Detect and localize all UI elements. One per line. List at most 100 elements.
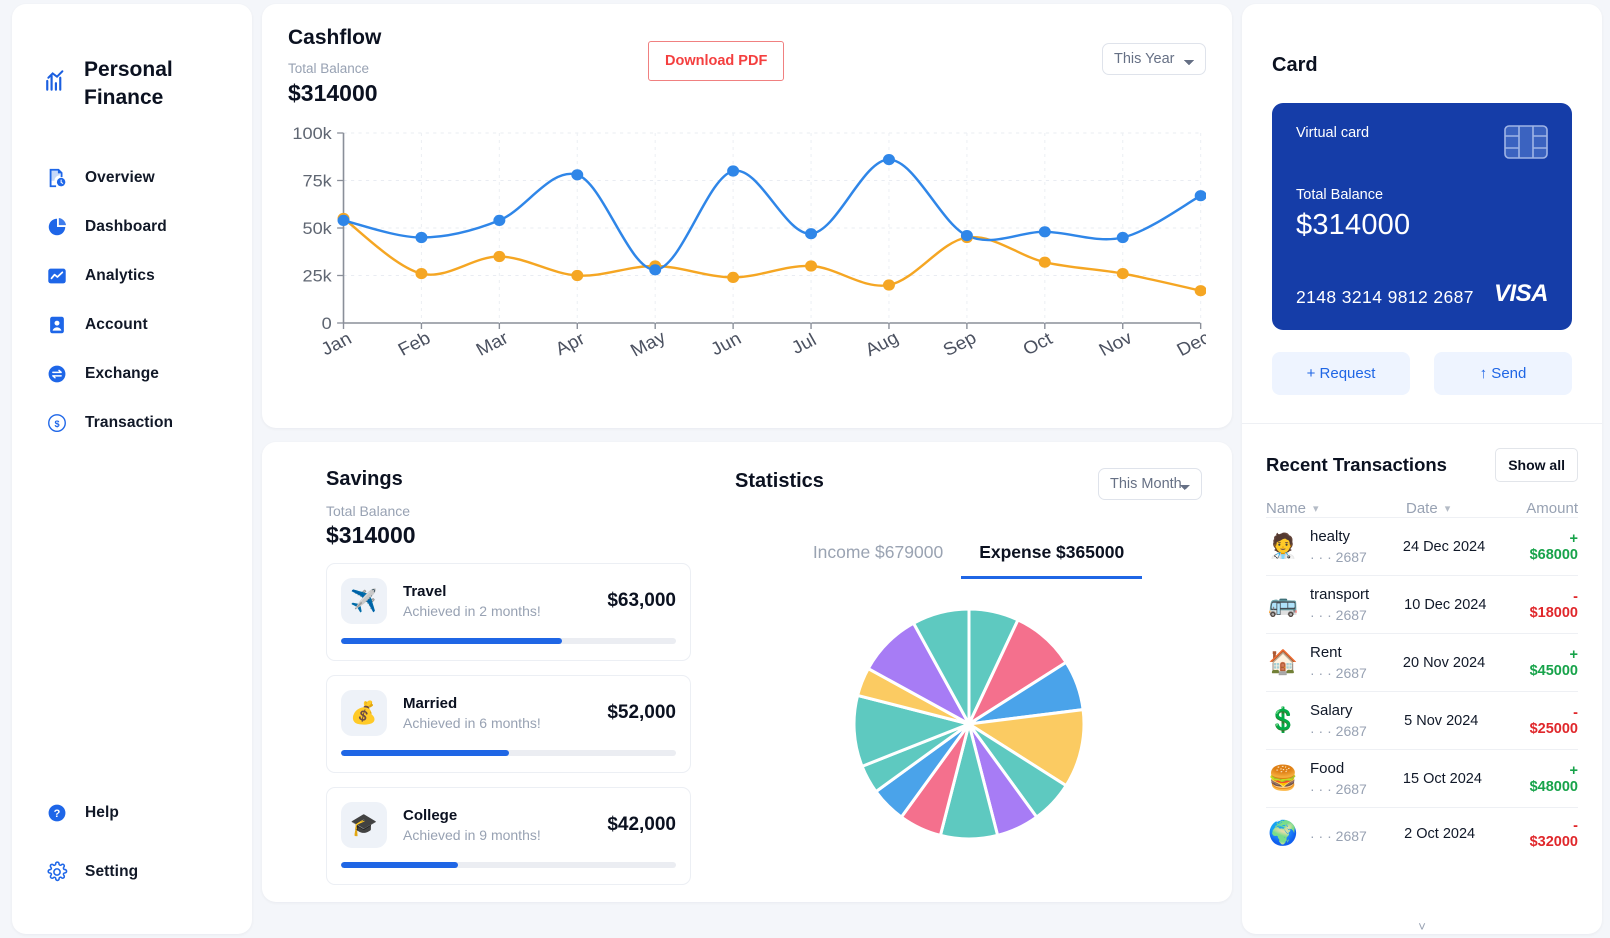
- svg-text:May: May: [627, 326, 670, 360]
- column-header-date-label: Date: [1406, 500, 1438, 517]
- show-all-button[interactable]: Show all: [1495, 448, 1578, 482]
- sidebar-item-transaction[interactable]: $ Transaction: [12, 400, 252, 445]
- statistics-tabs: Income $679000 Expense $365000: [735, 536, 1202, 579]
- table-row[interactable]: 🧑‍⚕️ healty · · · 2687 24 Dec 2024 + $68000: [1266, 517, 1578, 575]
- column-header-amount: Amount: [1526, 500, 1578, 517]
- savings-goal-name: College: [403, 807, 458, 824]
- sidebar-item-overview[interactable]: Overview: [12, 155, 252, 200]
- sidebar-item-label: Exchange: [85, 364, 160, 382]
- statistics-title: Statistics: [735, 470, 824, 492]
- pie-chart-svg: [852, 607, 1085, 841]
- table-row[interactable]: 💲 Salary · · · 2687 5 Nov 2024 - $25000: [1266, 691, 1578, 749]
- transaction-name: Rent: [1310, 644, 1342, 661]
- table-row[interactable]: 🌍 · · · 2687 2 Oct 2024 - $32000: [1266, 807, 1578, 860]
- savings-balance-value: $314000: [326, 522, 416, 548]
- savings-section: Savings Total Balance $314000 ✈️ Travel …: [262, 442, 717, 902]
- request-button[interactable]: + Request: [1272, 352, 1410, 395]
- svg-text:?: ?: [53, 808, 60, 820]
- burger-icon: 🍔: [1268, 764, 1298, 792]
- transaction-name-cell: Rent · · · 2687: [1300, 644, 1403, 681]
- svg-text:100k: 100k: [292, 124, 332, 143]
- table-row[interactable]: 🍔 Food · · · 2687 15 Oct 2024 + $48000: [1266, 749, 1578, 807]
- savings-goal-name: Married: [403, 695, 458, 712]
- transaction-card-digits: · · · 2687: [1310, 665, 1367, 681]
- transaction-name-cell: Salary · · · 2687: [1300, 702, 1404, 739]
- transaction-card-digits: · · · 2687: [1310, 781, 1367, 797]
- svg-text:Feb: Feb: [394, 327, 433, 359]
- column-header-name-label: Name: [1266, 500, 1307, 517]
- column-header-date[interactable]: Date ▾: [1406, 500, 1526, 517]
- transactions-column-headers: Name ▾ Date ▾ Amount: [1266, 500, 1578, 517]
- line-chart-square-icon: [45, 264, 68, 287]
- sidebar-item-account[interactable]: Account: [12, 302, 252, 347]
- svg-text:75k: 75k: [303, 171, 332, 190]
- transaction-name: healty: [1310, 528, 1351, 545]
- svg-text:Jun: Jun: [707, 328, 745, 360]
- statistics-section: Statistics This Month Income $679000 Exp…: [717, 442, 1232, 902]
- transaction-date: 5 Nov 2024: [1404, 712, 1479, 729]
- sidebar-item-help[interactable]: ? Help: [12, 790, 252, 835]
- svg-text:25k: 25k: [303, 266, 332, 285]
- transactions-list[interactable]: 🧑‍⚕️ healty · · · 2687 24 Dec 2024 + $68000 🚌…: [1266, 517, 1578, 925]
- savings-balance-label: Total Balance: [326, 503, 411, 519]
- statistics-period-select[interactable]: This Month: [1098, 468, 1202, 500]
- transaction-amount: + $68000: [1529, 530, 1578, 563]
- card-chip-icon: [1504, 125, 1548, 159]
- chevron-down-icon[interactable]: ▾: [1445, 502, 1451, 515]
- card-section: Card Virtual card Total Balance $314000 …: [1242, 4, 1602, 424]
- send-button[interactable]: ↑ Send: [1434, 352, 1572, 395]
- savings-goal-item[interactable]: 🎓 College Achieved in 9 months! $42,000: [326, 787, 691, 885]
- savings-goal-amount: $42,000: [607, 814, 676, 835]
- savings-goal-note: Achieved in 9 months!: [403, 827, 541, 843]
- recent-transactions-section: Recent Transactions Show all Name ▾ Date…: [1242, 424, 1602, 934]
- statistics-header: Statistics This Month: [735, 468, 1202, 500]
- svg-text:Oct: Oct: [1019, 328, 1056, 359]
- table-row[interactable]: 🏠 Rent · · · 2687 20 Nov 2024 + $45000: [1266, 633, 1578, 691]
- sidebar-item-exchange[interactable]: Exchange: [12, 351, 252, 396]
- scroll-down-chevron-icon[interactable]: ˅: [1266, 919, 1578, 934]
- savings-title: Savings: [326, 468, 403, 490]
- transaction-name-cell: · · · 2687: [1300, 825, 1404, 844]
- card-section-title: Card: [1272, 54, 1318, 76]
- tab-income[interactable]: Income $679000: [795, 536, 961, 579]
- transaction-date: 15 Oct 2024: [1402, 770, 1482, 787]
- transaction-card-digits: · · · 2687: [1310, 827, 1367, 844]
- savings-goal-row: ✈️ Travel Achieved in 2 months! $63,000: [341, 578, 676, 624]
- savings-goal-item[interactable]: ✈️ Travel Achieved in 2 months! $63,000: [326, 563, 691, 661]
- cashflow-line-chart: 0 25k 50k 75k 100k Jan Feb Mar Apr May Jun Jul Aug Se…: [288, 123, 1213, 383]
- brand: Personal Finance: [12, 44, 252, 111]
- savings-goal-progress: [341, 638, 676, 644]
- virtual-card-type: Virtual card: [1296, 125, 1370, 141]
- sidebar-item-dashboard[interactable]: Dashboard: [12, 204, 252, 249]
- app-root: Personal Finance Overview Dashboard Anal…: [0, 0, 1610, 938]
- primary-nav: Overview Dashboard Analytics Account Exc…: [12, 155, 252, 445]
- question-circle-icon: ?: [45, 801, 68, 824]
- savings-goal-progress: [341, 750, 676, 756]
- transaction-amount: + $48000: [1529, 762, 1578, 795]
- statistics-pie-chart: [735, 607, 1202, 841]
- graduation-cap-icon: 🎓: [341, 802, 387, 848]
- savings-goal-item[interactable]: 💰 Married Achieved in 6 months! $52,000: [326, 675, 691, 773]
- gear-icon: [45, 860, 68, 883]
- transaction-name-cell: Food · · · 2687: [1300, 760, 1403, 797]
- savings-goal-row: 💰 Married Achieved in 6 months! $52,000: [341, 690, 676, 736]
- download-pdf-button[interactable]: Download PDF: [648, 41, 785, 81]
- sidebar-item-analytics[interactable]: Analytics: [12, 253, 252, 298]
- savings-goal-text: College Achieved in 9 months!: [403, 807, 541, 843]
- money-bag-icon: 💰: [341, 690, 387, 736]
- sidebar-item-setting[interactable]: Setting: [12, 849, 252, 894]
- user-square-icon: [45, 313, 68, 336]
- tab-expense[interactable]: Expense $365000: [961, 536, 1143, 579]
- cashflow-period-select[interactable]: This Year: [1102, 43, 1206, 75]
- transaction-date: 10 Dec 2024: [1404, 596, 1487, 613]
- transaction-name: transport: [1310, 586, 1370, 603]
- sidebar-item-label: Help: [85, 803, 119, 821]
- chevron-down-icon[interactable]: ▾: [1313, 502, 1319, 515]
- savings-goal-text: Married Achieved in 6 months!: [403, 695, 541, 731]
- column-header-name[interactable]: Name ▾: [1266, 500, 1406, 517]
- transaction-card-digits: · · · 2687: [1310, 607, 1367, 623]
- dollar-circle-icon: $: [45, 411, 68, 434]
- table-row[interactable]: 🚌 transport · · · 2687 10 Dec 2024 - $18000: [1266, 575, 1578, 633]
- virtual-card[interactable]: Virtual card Total Balance $314000 2148 …: [1272, 103, 1572, 330]
- exchange-circle-icon: [45, 362, 68, 385]
